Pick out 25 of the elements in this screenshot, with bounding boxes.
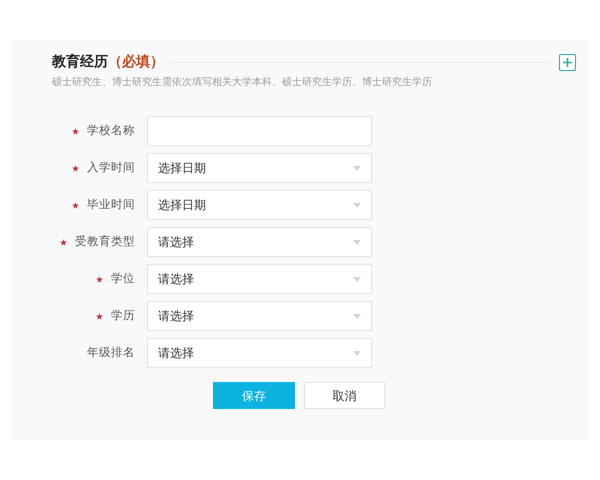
caret-icon	[353, 350, 361, 356]
dropdown-field[interactable]: 请选择	[147, 301, 372, 331]
field-label: 学历	[111, 307, 135, 324]
field-label: 学位	[111, 270, 135, 288]
field-label: 受教育类型	[75, 233, 135, 250]
dropdown-field[interactable]: 请选择	[147, 264, 372, 294]
caret-icon	[353, 314, 361, 318]
dropdown-field[interactable]: 选择日期	[147, 190, 372, 220]
field-label: 毕业时间	[87, 196, 135, 214]
caret-icon	[353, 202, 361, 208]
caret-icon	[353, 240, 361, 244]
field-label: 年级排名	[87, 344, 135, 362]
required-note: （必填）	[108, 53, 164, 72]
cancel-button[interactable]: 取消	[304, 382, 385, 409]
field-label: 入学时间	[87, 159, 135, 176]
caret-icon	[353, 166, 361, 170]
section-title: 教育经历	[52, 52, 108, 72]
field-label: 学校名称	[87, 122, 135, 140]
add-icon[interactable]	[559, 54, 576, 71]
dropdown-field[interactable]: 请选择	[147, 227, 372, 257]
dropdown-field[interactable]: 选择日期	[147, 153, 372, 183]
section-hint: 硕士研究生、博士研究生需依次填写相关大学本科、硕士研究生学历、博士研究生学历	[52, 76, 433, 90]
dropdown-field[interactable]: 请选择	[147, 338, 372, 368]
text-input[interactable]	[147, 116, 372, 146]
caret-icon	[353, 276, 361, 282]
